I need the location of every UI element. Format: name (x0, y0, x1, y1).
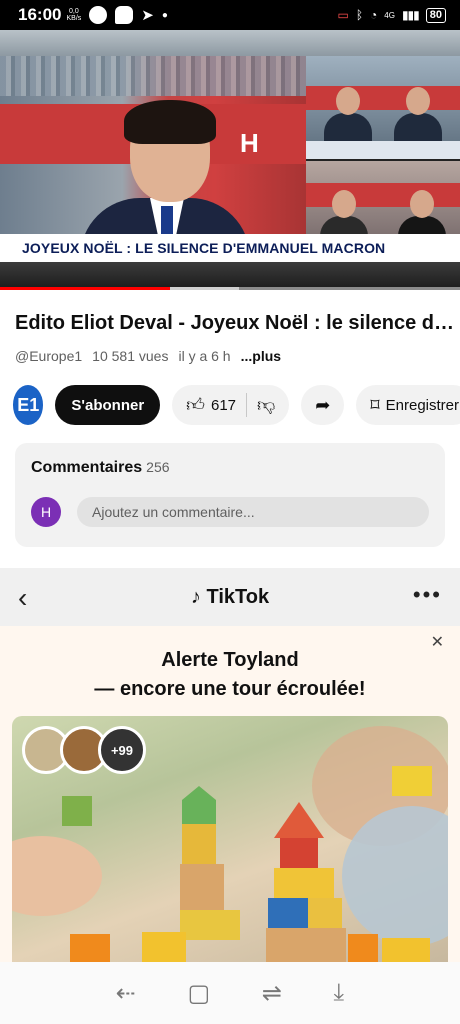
comment-input[interactable]: Ajoutez un commentaire... (77, 497, 429, 527)
status-time: 16:00 (18, 5, 62, 24)
video-progress-fill (0, 287, 171, 290)
toy-block (62, 796, 92, 826)
ad-header: ‹ ♪ TikTok ••• (0, 568, 460, 626)
toy-block (180, 864, 224, 910)
whatsapp-icon (89, 6, 108, 24)
ad-brand: ♪ TikTok (190, 586, 270, 608)
video-title[interactable]: Edito Eliot Deval - Joyeux Noël : le sil… (15, 312, 455, 335)
toy-block (70, 934, 110, 962)
more-dots-icon[interactable]: ••• (413, 582, 442, 608)
toy-block (348, 934, 378, 962)
toy-block (392, 766, 432, 796)
video-banner-text: JOYEUX NOËL : LE SILENCE D'EMMANUEL MACR… (22, 240, 386, 256)
chat-icon (115, 6, 134, 24)
telegram-icon: ➤ (141, 7, 154, 24)
wifi-icon: ◔ (370, 8, 378, 22)
thumbs-down-icon[interactable]: 👎︎ (257, 396, 275, 414)
network-speed: 0,0 KB/s (66, 8, 82, 22)
like-count[interactable]: 617 (211, 397, 236, 414)
system-nav-bar: ⇠ ▢ ⇌ ⤓ (0, 962, 460, 1024)
channel-handle[interactable]: @Europe1 (15, 348, 82, 364)
toy-block (182, 786, 216, 826)
view-count: 10 581 vues (92, 348, 169, 364)
cast-icon: ▭ (337, 8, 349, 22)
ad-title: Alerte Toyland — encore une tour écroulé… (94, 649, 366, 700)
toy-block (180, 910, 240, 940)
child-hand (12, 836, 102, 916)
battery-icon: 80 (425, 7, 446, 23)
video-inset-top (306, 56, 460, 159)
notification-icons: ➤ ● (89, 6, 168, 24)
action-row: E1 S'abonner 👍︎ 617 👎︎ ➦ ⌑ Enregistrer (13, 383, 460, 427)
avatar-more: +99 (98, 726, 146, 774)
comments-card[interactable]: Commentaires 256 H Ajoutez un commentaire… (15, 443, 445, 547)
video-progress-bar[interactable] (0, 287, 460, 290)
bookmark-icon: ⌑ (370, 395, 380, 415)
more-link[interactable]: ...plus (241, 348, 281, 364)
save-button[interactable]: ⌑ Enregistrer (356, 385, 460, 425)
share-icon: ➦ (315, 395, 331, 415)
comments-heading: Commentaires 256 (31, 459, 170, 476)
like-dislike-group: 👍︎ 617 👎︎ (172, 385, 290, 425)
toy-block (182, 824, 216, 864)
dot-icon: ● (161, 9, 168, 21)
signal-label: 4G (384, 10, 395, 20)
toy-block (142, 932, 186, 962)
toy-block (274, 868, 334, 898)
status-bar: 16:00 0,0 KB/s ➤ ● ▭ ᛒ ◔ 4G ▮▮▮ 80 (0, 0, 460, 30)
save-label: Enregistrer (385, 396, 459, 414)
channel-avatar[interactable]: E1 (13, 385, 44, 425)
toy-block (308, 898, 342, 928)
signal-icon: ▮▮▮ (401, 8, 420, 22)
video-metadata[interactable]: @Europe1 10 581 vues il y a 6 h ...plus (15, 348, 281, 364)
ad-avatar-group: +99 (22, 726, 146, 774)
toy-block (280, 838, 318, 868)
video-main-frame: H (0, 56, 306, 268)
video-player[interactable]: H JOYEUX NOËL : LE SILENCE D'EMMANUEL MA… (0, 30, 460, 290)
comments-count: 256 (146, 459, 170, 475)
share-button[interactable]: ➦ (301, 385, 345, 425)
divider (246, 393, 248, 417)
recents-nav-icon[interactable]: ⇌ (262, 979, 282, 1008)
hide-nav-icon[interactable]: ⤓ (334, 979, 345, 1007)
video-lower-third: JOYEUX NOËL : LE SILENCE D'EMMANUEL MACR… (0, 234, 460, 262)
user-avatar: H (31, 497, 61, 527)
thumbs-up-icon[interactable]: 👍︎ (186, 396, 205, 414)
toy-block (382, 938, 430, 962)
ad-image[interactable]: +99 (12, 716, 448, 962)
home-nav-icon[interactable]: ▢ (188, 979, 211, 1008)
video-top-strip (0, 30, 460, 56)
system-icons: ▭ ᛒ ◔ 4G ▮▮▮ 80 (337, 7, 446, 23)
subscribe-button[interactable]: S'abonner (55, 385, 161, 425)
bluetooth-icon: ᛒ (355, 8, 364, 22)
upload-age: il y a 6 h (178, 348, 231, 364)
toy-block (268, 898, 308, 928)
toy-block (266, 928, 346, 962)
back-nav-icon[interactable]: ⇠ (116, 979, 136, 1008)
